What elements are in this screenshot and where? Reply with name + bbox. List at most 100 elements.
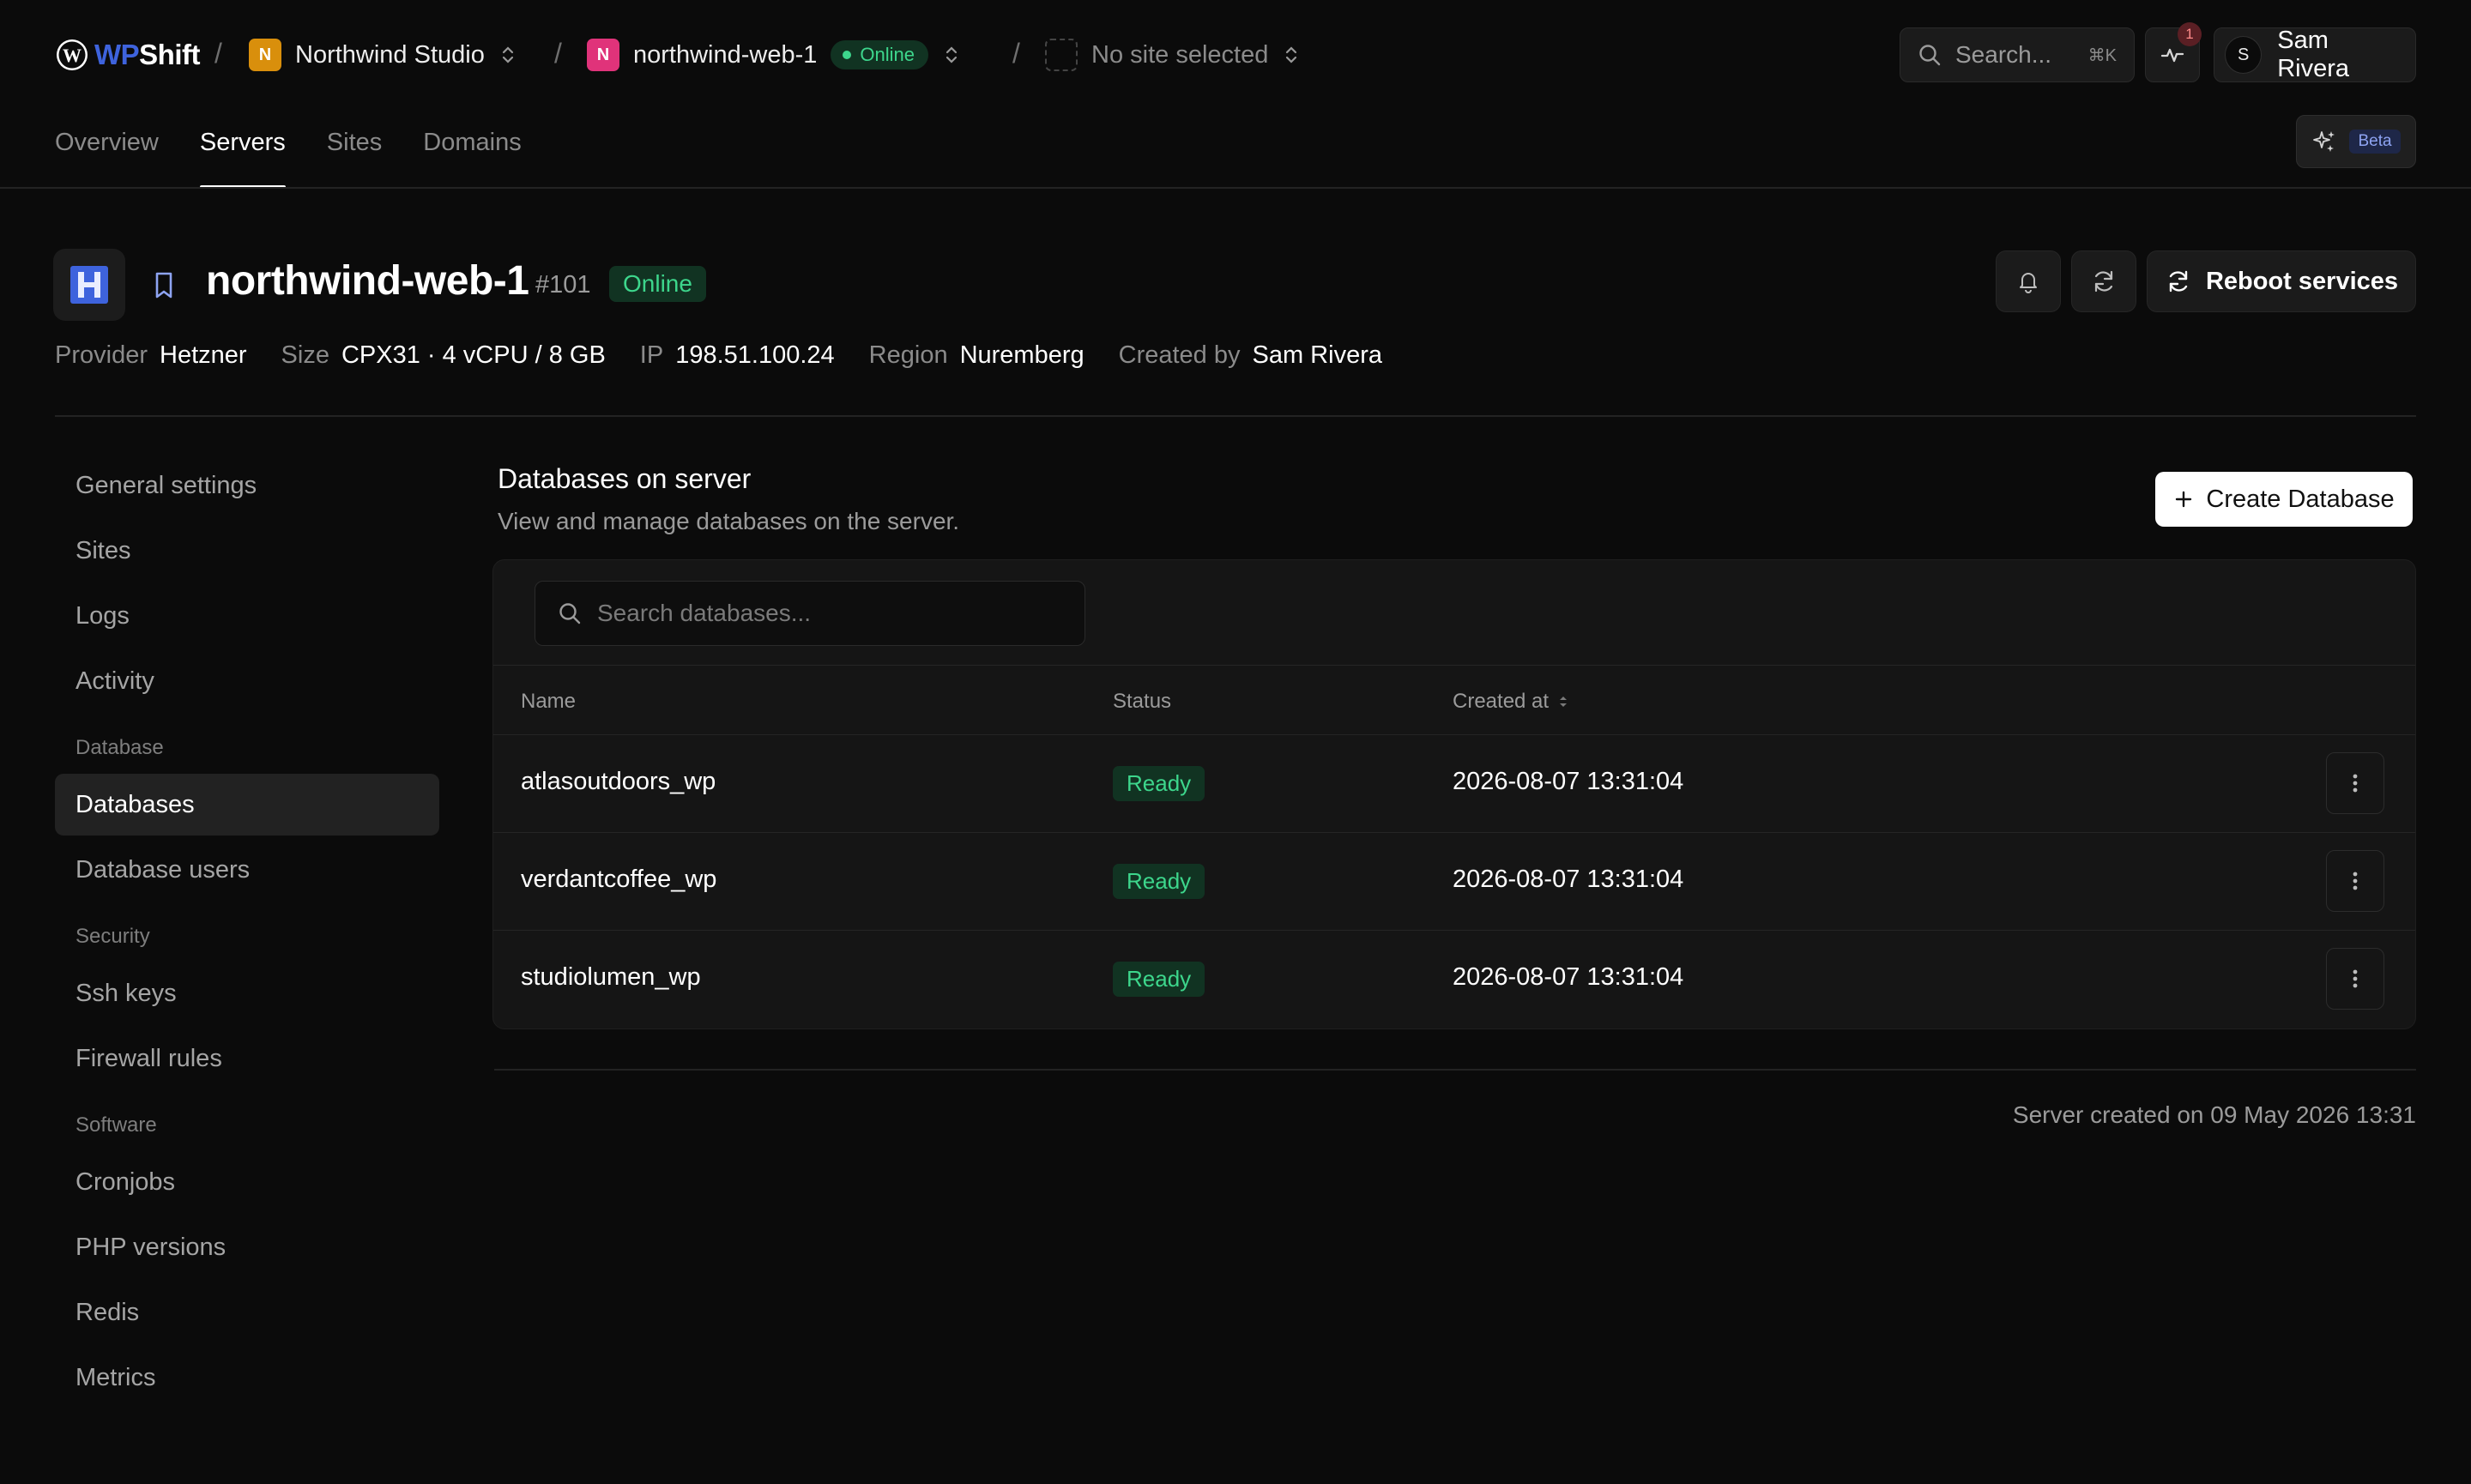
status-badge: Ready (1113, 864, 1205, 899)
tab-overview[interactable]: Overview (55, 129, 159, 189)
server-status-badge: Online (831, 40, 928, 69)
meta-size: Size CPX31 · 4 vCPU / 8 GB (281, 341, 606, 370)
site-placeholder-icon (1045, 39, 1078, 71)
more-vertical-icon (2353, 872, 2358, 890)
refresh-icon (2094, 270, 2113, 293)
hetzner-icon (70, 266, 108, 304)
site-switcher[interactable]: No site selected (1045, 34, 1301, 75)
server-id: #101 (535, 271, 591, 299)
database-created-at: 2026-08-07 13:31:04 (1453, 866, 1684, 893)
meta-ip: IP 198.51.100.24 (640, 341, 835, 370)
org-name: Northwind Studio (295, 40, 485, 69)
sidebar-group-software: Software (76, 1113, 157, 1137)
sidebar-item-database-users[interactable]: Database users (55, 839, 439, 901)
footer-divider (494, 1069, 2416, 1071)
breadcrumb-separator: / (1012, 38, 1020, 69)
row-actions-button[interactable] (2326, 850, 2384, 912)
sidebar-item-logs[interactable]: Logs (55, 585, 439, 647)
notifications-button[interactable] (1996, 250, 2061, 312)
sidebar-item-redis[interactable]: Redis (55, 1282, 439, 1343)
database-name: atlasoutdoors_wp (521, 768, 716, 795)
chevron-up-down-icon (502, 46, 513, 63)
search-icon (1919, 45, 1941, 66)
wordpress-icon: W (57, 39, 88, 70)
row-actions-button[interactable] (2326, 948, 2384, 1010)
sidebar-item-firewall-rules[interactable]: Firewall rules (55, 1028, 439, 1089)
table-header: Name Status Created at (493, 665, 2415, 735)
database-search-placeholder: Search databases... (597, 600, 812, 626)
provider-logo (53, 249, 125, 321)
notification-count-badge: 1 (2178, 22, 2202, 46)
status-dot-icon (843, 51, 852, 59)
ai-assistant-button[interactable]: Beta (2296, 115, 2416, 168)
sidebar-item-metrics[interactable]: Metrics (55, 1347, 439, 1409)
reboot-services-button[interactable]: Reboot services (2147, 250, 2416, 312)
user-menu-button[interactable]: S Sam Rivera (2214, 27, 2416, 82)
table-row[interactable]: verdantcoffee_wp Ready 2026-08-07 13:31:… (493, 833, 2415, 931)
section-title: Databases on server (498, 463, 752, 494)
org-avatar: N (249, 39, 281, 71)
meta-key: Size (281, 341, 329, 369)
database-name: studiolumen_wp (521, 963, 701, 991)
user-name: Sam Rivera (2277, 27, 2350, 82)
meta-value: Sam Rivera (1252, 341, 1383, 369)
svg-text:W: W (63, 45, 82, 66)
column-header-name[interactable]: Name (521, 690, 576, 714)
org-switcher[interactable]: N Northwind Studio (249, 34, 517, 75)
avatar: S (2225, 36, 2263, 74)
meta-key: Created by (1118, 341, 1241, 369)
meta-key: IP (639, 341, 664, 369)
search-shortcut: ⌘K (2087, 45, 2117, 65)
refresh-button[interactable] (2071, 250, 2136, 312)
main-nav-tabs: Overview Servers Sites Domains (55, 129, 522, 189)
database-name: verdantcoffee_wp (521, 866, 717, 893)
sidebar-item-php-versions[interactable]: PHP versions (55, 1216, 439, 1278)
server-switcher[interactable]: N northwind-web-1 Online (587, 34, 961, 75)
top-bar: W WPShift / N Northwind Studio / N north… (0, 0, 2471, 110)
sidebar-item-ssh-keys[interactable]: Ssh keys (55, 962, 439, 1024)
column-header-created-at-label: Created at (1453, 690, 1550, 713)
sidebar-item-general-settings[interactable]: General settings (55, 455, 439, 516)
chevron-up-down-icon (1286, 46, 1297, 63)
column-header-created-at[interactable]: Created at (1453, 690, 1569, 714)
tab-servers[interactable]: Servers (199, 129, 286, 189)
brand-name-suffix: Shift (139, 39, 200, 70)
bookmark-icon[interactable] (151, 271, 177, 300)
table-row[interactable]: atlasoutdoors_wp Ready 2026-08-07 13:31:… (493, 735, 2415, 833)
row-actions-button[interactable] (2326, 752, 2384, 814)
reboot-services-label: Reboot services (2205, 267, 2399, 295)
sidebar-item-cronjobs[interactable]: Cronjobs (55, 1151, 439, 1213)
sidebar-item-activity[interactable]: Activity (55, 650, 439, 712)
more-vertical-icon (2353, 774, 2358, 793)
meta-value: Nuremberg (959, 341, 1084, 369)
sidebar-group-database: Database (76, 736, 164, 759)
plus-icon (2176, 491, 2192, 508)
section-subtitle: View and manage databases on the server. (498, 508, 960, 534)
sidebar-item-databases[interactable]: Databases (55, 774, 439, 836)
tab-sites[interactable]: Sites (327, 129, 382, 189)
refresh-icon (2169, 270, 2188, 293)
server-crumb-name: northwind-web-1 (633, 40, 818, 69)
create-database-button[interactable]: Create Database (2155, 472, 2413, 527)
server-created-text: Server created on 09 May 2026 13:31 (2012, 1101, 2416, 1128)
sidebar-item-sites[interactable]: Sites (55, 520, 439, 582)
database-search-input[interactable]: Search databases... (535, 581, 1085, 646)
meta-key: Region (868, 341, 948, 369)
status-badge: Ready (1113, 766, 1205, 801)
table-row[interactable]: studiolumen_wp Ready 2026-08-07 13:31:04 (493, 931, 2415, 1029)
tab-domains[interactable]: Domains (423, 129, 521, 189)
global-search-button[interactable]: Search... ⌘K (1900, 27, 2135, 82)
meta-key: Provider (55, 341, 148, 369)
database-created-at: 2026-08-07 13:31:04 (1453, 768, 1684, 795)
brand-logo[interactable]: W WPShift (55, 36, 200, 74)
page-title: northwind-web-1 (206, 258, 529, 304)
column-header-status[interactable]: Status (1113, 690, 1171, 714)
sort-icon (1560, 697, 1568, 707)
status-badge: Online (609, 266, 706, 302)
meta-value: CPX31 · 4 vCPU / 8 GB (341, 341, 606, 369)
server-status-text: Online (860, 44, 915, 65)
create-database-label: Create Database (2206, 485, 2395, 513)
global-search-label: Search... (1955, 41, 2052, 68)
meta-region: Region Nuremberg (869, 341, 1084, 370)
server-meta: Provider Hetzner Size CPX31 · 4 vCPU / 8 G… (55, 341, 1382, 370)
